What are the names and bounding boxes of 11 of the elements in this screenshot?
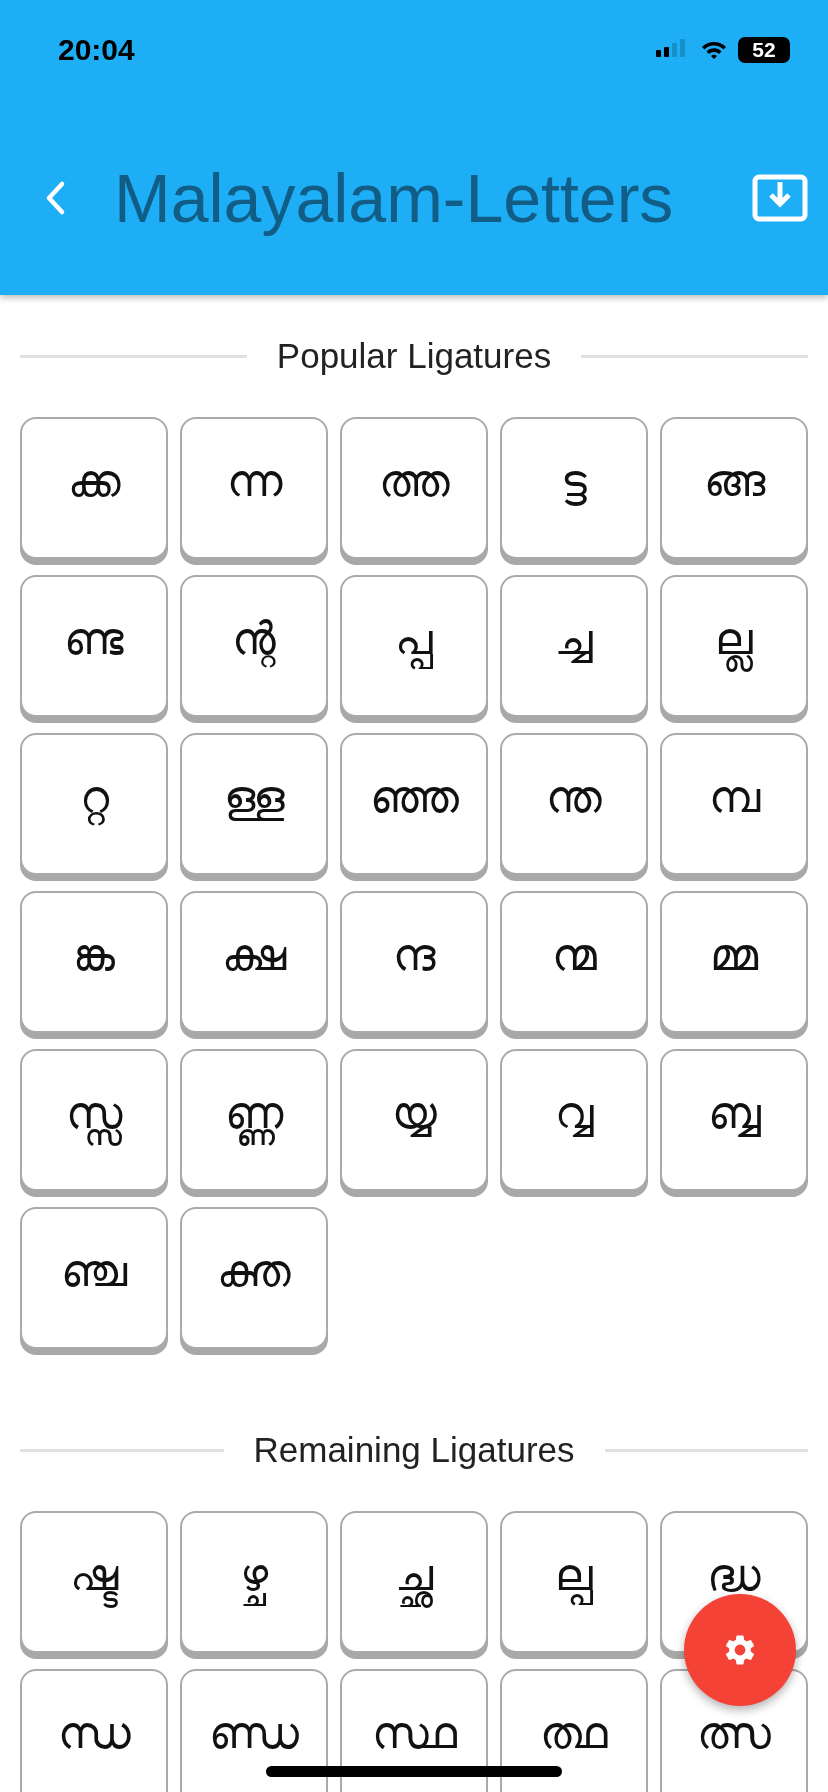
ligature-button[interactable]: സ്ഥ <box>340 1669 488 1792</box>
wifi-icon <box>700 40 728 60</box>
battery-icon: 52 <box>738 37 790 63</box>
ligature-button[interactable]: ണ്ഡ <box>180 1669 328 1792</box>
status-time: 20:04 <box>58 33 135 67</box>
download-icon[interactable] <box>752 173 808 222</box>
section-title: Popular Ligatures <box>276 336 552 376</box>
ligature-button[interactable]: ന്ധ <box>20 1669 168 1792</box>
page-title: Malayalam-Letters <box>114 158 675 237</box>
section-title: Remaining Ligatures <box>253 1430 575 1470</box>
ligature-button[interactable]: ത്ഥ <box>500 1669 648 1792</box>
